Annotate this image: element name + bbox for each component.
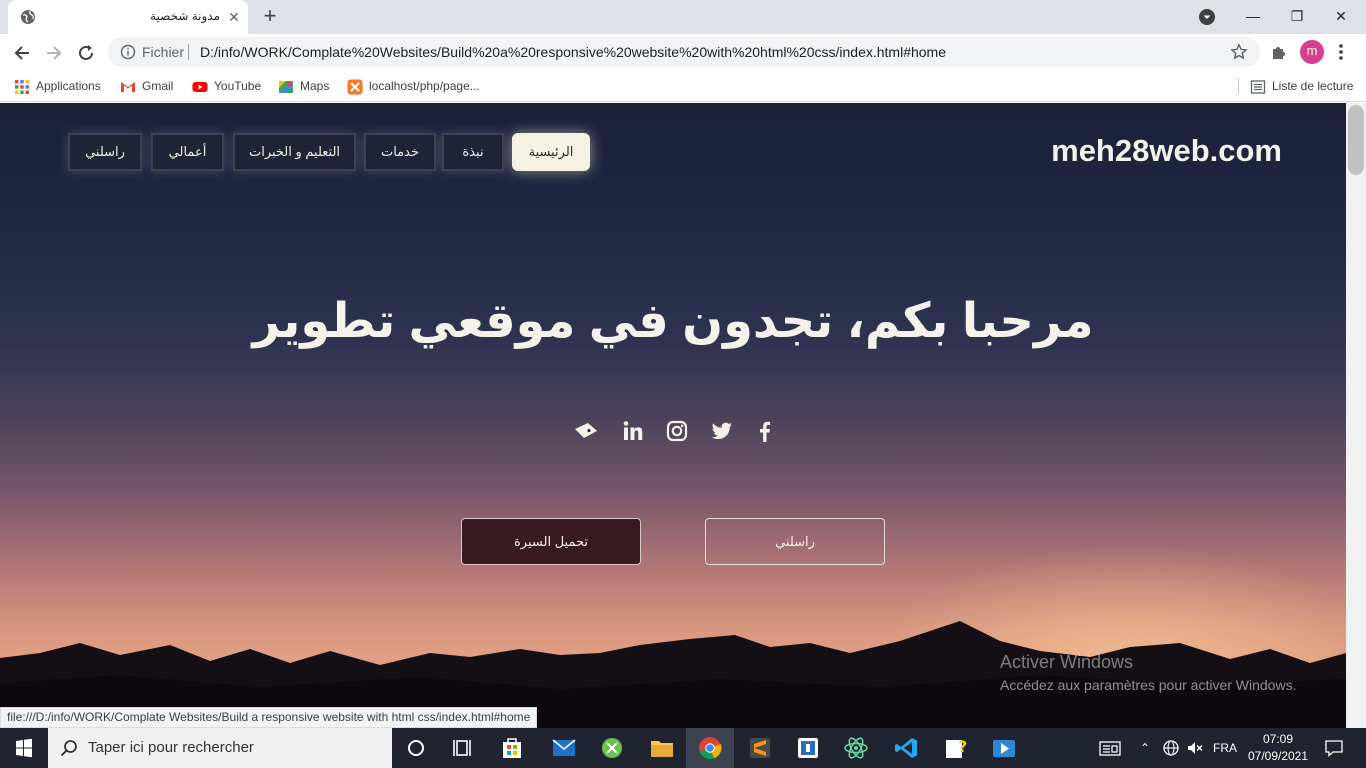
news-icon[interactable] bbox=[1098, 739, 1124, 757]
back-arrow-icon[interactable] bbox=[11, 42, 33, 64]
windows-start-icon[interactable] bbox=[0, 728, 48, 768]
tab-title: مدونة شخصية bbox=[150, 9, 220, 23]
tab-strip: مدونة شخصية ✕ + — ❐ ✕ bbox=[0, 0, 1366, 34]
cortana-icon[interactable] bbox=[392, 728, 440, 768]
clock-date[interactable]: 07/09/2021 bbox=[1246, 749, 1310, 763]
chevron-up-icon[interactable]: ⌃ bbox=[1140, 739, 1154, 757]
address-bar[interactable]: Fichier D:/info/WORK/Complate%20Websites… bbox=[108, 37, 1260, 67]
bookmark-localhost[interactable]: localhost/php/page... bbox=[347, 76, 480, 96]
bookmark-label: Gmail bbox=[142, 79, 174, 93]
mail-icon[interactable] bbox=[540, 728, 588, 768]
vscode-icon[interactable] bbox=[882, 728, 930, 768]
nav-about[interactable]: نبذة bbox=[442, 133, 504, 171]
nav-portfolio[interactable]: أعمالي bbox=[151, 133, 224, 171]
hero-title: مرحبا بكم، تجدون في موقعي تطوير bbox=[252, 295, 1094, 348]
scheme-label: Fichier bbox=[142, 44, 185, 60]
status-bar-url: file:///D:/info/WORK/Complate Websites/B… bbox=[0, 707, 538, 728]
contact-me-button[interactable]: راسلني bbox=[705, 518, 885, 565]
store-icon[interactable] bbox=[488, 728, 536, 768]
apps-grid-icon bbox=[15, 79, 29, 94]
help-icon[interactable]: ? bbox=[932, 728, 980, 768]
nav-home[interactable]: الرئيسية bbox=[512, 133, 590, 171]
restore-button[interactable]: ❐ bbox=[1284, 4, 1310, 28]
video-editor-icon[interactable] bbox=[980, 728, 1028, 768]
bookmarks-bar: Applications Gmail YouTube Maps localhos… bbox=[0, 70, 1366, 102]
instagram-icon[interactable] bbox=[664, 418, 690, 444]
reading-list-icon bbox=[1250, 80, 1266, 94]
reading-list-button[interactable]: Liste de lecture bbox=[1250, 76, 1353, 96]
info-icon[interactable] bbox=[120, 44, 136, 60]
linkedin-icon[interactable] bbox=[620, 418, 646, 444]
tag-icon[interactable] bbox=[573, 418, 599, 444]
activate-windows-subtitle: Accédez aux paramètres pour activer Wind… bbox=[1000, 677, 1297, 693]
task-view-icon[interactable] bbox=[440, 728, 488, 768]
windows-taskbar: Taper ici pour rechercher ? ⌃ FRA 07:09 … bbox=[0, 728, 1366, 768]
youtube-icon bbox=[192, 81, 208, 92]
new-tab-button[interactable]: + bbox=[258, 5, 282, 28]
nav-services[interactable]: خدمات bbox=[364, 133, 436, 171]
xbox-app-icon[interactable] bbox=[588, 728, 636, 768]
bookmark-gmail[interactable]: Gmail bbox=[120, 76, 173, 96]
address-separator bbox=[188, 44, 189, 60]
twitter-icon[interactable] bbox=[709, 418, 735, 444]
forward-arrow-icon[interactable] bbox=[43, 42, 65, 64]
activate-windows-title: Activer Windows bbox=[1000, 652, 1134, 672]
search-icon bbox=[60, 740, 77, 757]
svg-text:?: ? bbox=[958, 737, 967, 756]
reload-icon[interactable] bbox=[75, 42, 97, 64]
page-scrollbar[interactable] bbox=[1346, 103, 1366, 728]
file-explorer-icon[interactable] bbox=[638, 728, 686, 768]
chrome-icon[interactable] bbox=[686, 728, 734, 768]
network-globe-icon[interactable] bbox=[1162, 739, 1180, 757]
bookmark-applications[interactable]: Applications bbox=[14, 76, 101, 96]
language-indicator[interactable]: FRA bbox=[1213, 739, 1239, 757]
bookmarks-separator bbox=[1238, 78, 1239, 94]
bookmark-star-icon[interactable] bbox=[1230, 43, 1248, 61]
atom-icon[interactable] bbox=[832, 728, 880, 768]
kebab-menu-icon[interactable] bbox=[1336, 42, 1346, 62]
page-viewport: meh28web.com الرئيسية نبذة خدمات التعليم… bbox=[0, 103, 1346, 728]
url-text[interactable]: D:/info/WORK/Complate%20Websites/Build%2… bbox=[200, 44, 946, 60]
download-cv-button[interactable]: تحميل السيرة bbox=[461, 518, 641, 565]
nav-education-experience[interactable]: التعليم و الخبرات bbox=[233, 133, 356, 171]
browser-tab[interactable]: مدونة شخصية ✕ bbox=[8, 0, 248, 34]
bookmark-youtube[interactable]: YouTube bbox=[192, 76, 261, 96]
nav-contact[interactable]: راسلني bbox=[68, 133, 142, 171]
search-placeholder: Taper ici pour rechercher bbox=[88, 739, 254, 756]
minimize-button[interactable]: — bbox=[1240, 4, 1266, 28]
sublime-text-icon[interactable] bbox=[736, 728, 784, 768]
clock-time[interactable]: 07:09 bbox=[1258, 732, 1298, 746]
bookmark-label: YouTube bbox=[214, 79, 262, 93]
globe-icon bbox=[21, 10, 35, 24]
browser-toolbar: Fichier D:/info/WORK/Complate%20Websites… bbox=[0, 34, 1366, 70]
tab-search-icon[interactable] bbox=[1198, 8, 1216, 26]
taskbar-search-box[interactable]: Taper ici pour rechercher bbox=[48, 728, 392, 768]
facebook-icon[interactable] bbox=[752, 418, 778, 444]
bookmark-label: Applications bbox=[36, 79, 101, 93]
volume-muted-icon[interactable] bbox=[1186, 739, 1204, 757]
close-window-button[interactable]: ✕ bbox=[1328, 4, 1354, 28]
site-logo[interactable]: meh28web.com bbox=[1000, 133, 1282, 169]
extensions-puzzle-icon[interactable] bbox=[1270, 43, 1288, 61]
tab-close-icon[interactable]: ✕ bbox=[226, 9, 242, 25]
gmail-icon bbox=[121, 81, 135, 92]
profile-avatar[interactable]: m bbox=[1300, 40, 1324, 64]
reading-list-label: Liste de lecture bbox=[1272, 79, 1354, 93]
maps-icon bbox=[279, 80, 293, 93]
app-window-icon[interactable] bbox=[784, 728, 832, 768]
notifications-icon[interactable] bbox=[1324, 739, 1344, 757]
bookmark-label: localhost/php/page... bbox=[369, 79, 480, 93]
scroll-thumb[interactable] bbox=[1348, 105, 1364, 175]
bookmark-maps[interactable]: Maps bbox=[278, 76, 329, 96]
xampp-icon bbox=[347, 79, 363, 95]
bookmark-label: Maps bbox=[300, 79, 330, 93]
